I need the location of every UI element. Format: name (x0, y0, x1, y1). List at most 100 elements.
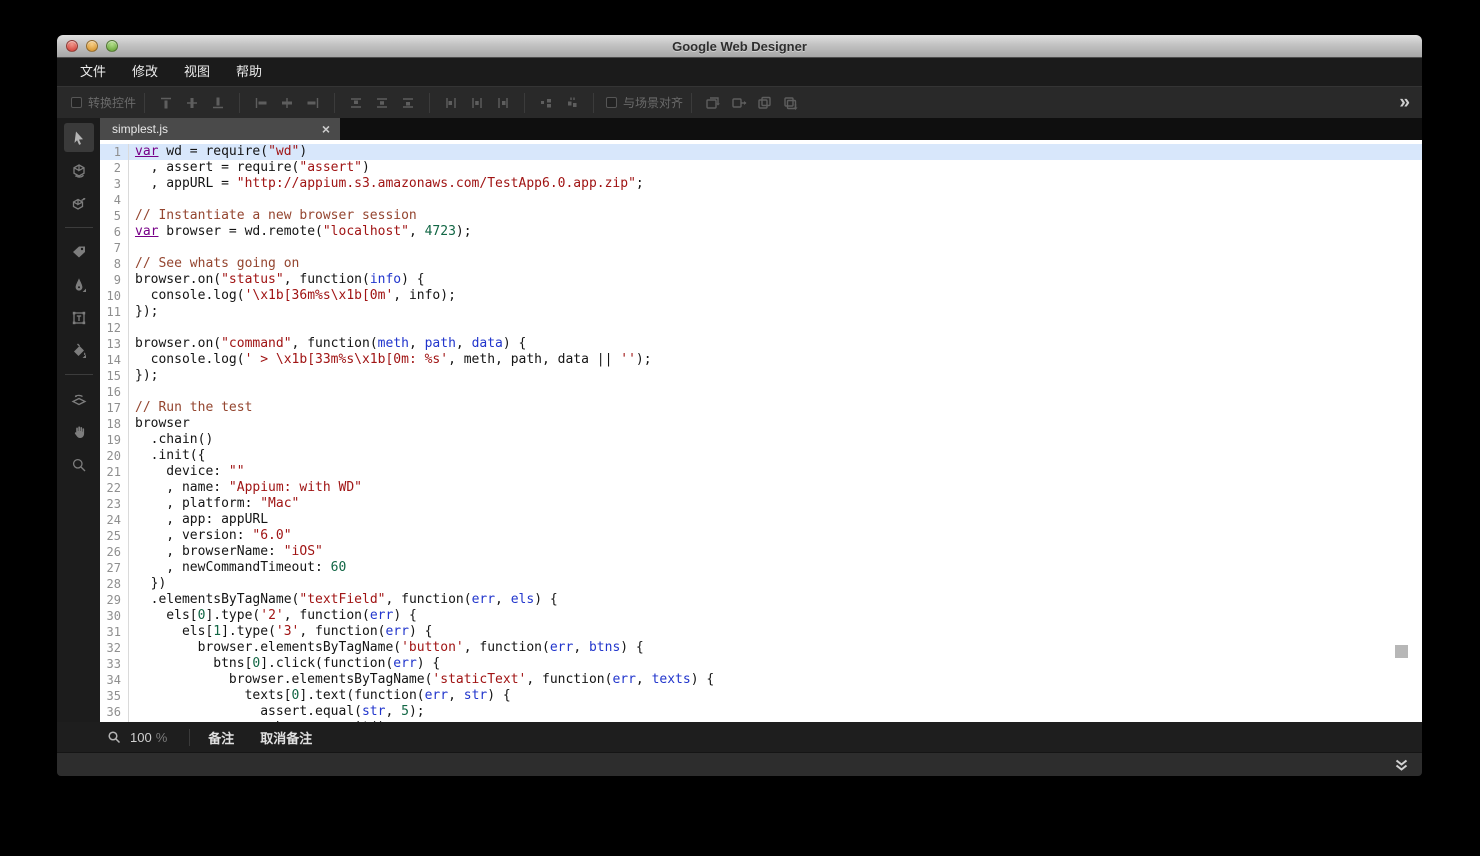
paint-tool[interactable] (64, 336, 94, 365)
code-line[interactable]: 20 .init({ (100, 448, 1422, 464)
code-line[interactable]: 18browser (100, 416, 1422, 432)
code-line[interactable]: 24 , app: appURL (100, 512, 1422, 528)
distribute-bottom-icon[interactable] (395, 91, 421, 115)
code-line[interactable]: 35 texts[0].text(function(err, str) { (100, 688, 1422, 704)
code-line[interactable]: 37 browser.quit(); (100, 720, 1422, 722)
code-line[interactable]: 7 (100, 240, 1422, 256)
code-line[interactable]: 34 browser.elementsByTagName('staticText… (100, 672, 1422, 688)
code-line[interactable]: 9browser.on("status", function(info) { (100, 272, 1422, 288)
distribute-vertical-center-icon[interactable] (369, 91, 395, 115)
line-number: 22 (100, 480, 129, 496)
menu-modify[interactable]: 修改 (119, 58, 171, 86)
zoom-button[interactable] (106, 40, 118, 52)
line-number: 28 (100, 576, 129, 592)
code-line[interactable]: 21 device: "" (100, 464, 1422, 480)
distribute-horizontal-center-icon[interactable] (464, 91, 490, 115)
code-line[interactable]: 36 assert.equal(str, 5); (100, 704, 1422, 720)
code-line[interactable]: 13browser.on("command", function(meth, p… (100, 336, 1422, 352)
export-frame-icon[interactable] (726, 91, 752, 115)
magnifier-icon (71, 457, 87, 473)
distribute-top-icon[interactable] (343, 91, 369, 115)
line-number: 6 (100, 224, 129, 240)
space-horizontal-icon[interactable] (533, 91, 559, 115)
minimize-button[interactable] (86, 40, 98, 52)
toolbar-overflow-button[interactable]: » (1399, 87, 1408, 118)
code-line[interactable]: 25 , version: "6.0" (100, 528, 1422, 544)
code-line[interactable]: 6var browser = wd.remote("localhost", 47… (100, 224, 1422, 240)
code-line[interactable]: 23 , platform: "Mac" (100, 496, 1422, 512)
pen-tool[interactable] (64, 270, 94, 299)
collapse-panel-button[interactable] (1395, 759, 1408, 771)
line-number: 21 (100, 464, 129, 480)
space-vertical-icon[interactable] (559, 91, 585, 115)
align-bottom-icon[interactable] (205, 91, 231, 115)
code-line[interactable]: 2 , assert = require("assert") (100, 160, 1422, 176)
code-line[interactable]: 22 , name: "Appium: with WD" (100, 480, 1422, 496)
code-editor[interactable]: 1var wd = require("wd")2 , assert = requ… (100, 140, 1422, 722)
code-line[interactable]: 26 , browserName: "iOS" (100, 544, 1422, 560)
code-line[interactable]: 16 (100, 384, 1422, 400)
code-line[interactable]: 14 console.log(' > \x1b[33m%s\x1b[0m: %s… (100, 352, 1422, 368)
code-line[interactable]: 1var wd = require("wd") (100, 144, 1422, 160)
selection-tool[interactable] (64, 123, 94, 152)
line-number: 3 (100, 176, 129, 192)
menu-view[interactable]: 视图 (171, 58, 223, 86)
code-line[interactable]: 15}); (100, 368, 1422, 384)
tab-label: simplest.js (112, 122, 322, 136)
convert-control-checkbox[interactable] (71, 97, 82, 108)
text-tool[interactable] (64, 303, 94, 332)
comment-button[interactable]: 备注 (208, 728, 234, 747)
code-line[interactable]: 27 , newCommandTimeout: 60 (100, 560, 1422, 576)
code-line[interactable]: 17// Run the test (100, 400, 1422, 416)
line-text: // Run the test (129, 400, 1422, 416)
hand-icon (71, 424, 87, 440)
line-text: }) (129, 576, 1422, 592)
code-line[interactable]: 10 console.log('\x1b[36m%s\x1b[0m', info… (100, 288, 1422, 304)
code-line[interactable]: 33 btns[0].click(function(err) { (100, 656, 1422, 672)
align-vertical-center-icon[interactable] (179, 91, 205, 115)
tab-close-icon[interactable]: × (322, 122, 330, 136)
code-line[interactable]: 30 els[0].type('2', function(err) { (100, 608, 1422, 624)
uncomment-button[interactable]: 取消备注 (260, 728, 312, 747)
zoom-level-value[interactable]: 100 (130, 730, 152, 745)
code-line[interactable]: 11}); (100, 304, 1422, 320)
distribute-left-icon[interactable] (438, 91, 464, 115)
line-number: 11 (100, 304, 129, 320)
line-number: 23 (100, 496, 129, 512)
align-right-icon[interactable] (300, 91, 326, 115)
scene-align-checkbox[interactable] (606, 97, 617, 108)
rotate-3d-tool[interactable] (64, 156, 94, 185)
code-line[interactable]: 5// Instantiate a new browser session (100, 208, 1422, 224)
clone-down-icon[interactable] (778, 91, 804, 115)
tag-tool[interactable] (64, 237, 94, 266)
menu-file[interactable]: 文件 (67, 58, 119, 86)
stage-rotate-tool[interactable] (64, 384, 94, 413)
line-number: 13 (100, 336, 129, 352)
titlebar[interactable]: Google Web Designer (57, 35, 1422, 58)
code-line[interactable]: 4 (100, 192, 1422, 208)
code-line[interactable]: 28 }) (100, 576, 1422, 592)
zoom-tool[interactable] (64, 450, 94, 479)
rotate-object-icon[interactable] (700, 91, 726, 115)
code-line[interactable]: 8// See whats going on (100, 256, 1422, 272)
align-left-icon[interactable] (248, 91, 274, 115)
line-text: var wd = require("wd") (129, 144, 1422, 160)
tab-simplest-js[interactable]: simplest.js × (100, 118, 340, 140)
scrollbar-thumb[interactable] (1395, 645, 1408, 658)
code-line[interactable]: 12 (100, 320, 1422, 336)
duplicate-frame-icon[interactable] (752, 91, 778, 115)
align-horizontal-center-icon[interactable] (274, 91, 300, 115)
code-line[interactable]: 32 browser.elementsByTagName('button', f… (100, 640, 1422, 656)
close-button[interactable] (66, 40, 78, 52)
menu-help[interactable]: 帮助 (223, 58, 275, 86)
align-top-icon[interactable] (153, 91, 179, 115)
line-number: 36 (100, 704, 129, 720)
hand-tool[interactable] (64, 417, 94, 446)
code-line[interactable]: 3 , appURL = "http://appium.s3.amazonaws… (100, 176, 1422, 192)
code-lines[interactable]: 1var wd = require("wd")2 , assert = requ… (100, 140, 1422, 722)
code-line[interactable]: 19 .chain() (100, 432, 1422, 448)
code-line[interactable]: 31 els[1].type('3', function(err) { (100, 624, 1422, 640)
distribute-right-icon[interactable] (490, 91, 516, 115)
code-line[interactable]: 29 .elementsByTagName("textField", funct… (100, 592, 1422, 608)
translate-3d-tool[interactable] (64, 189, 94, 218)
